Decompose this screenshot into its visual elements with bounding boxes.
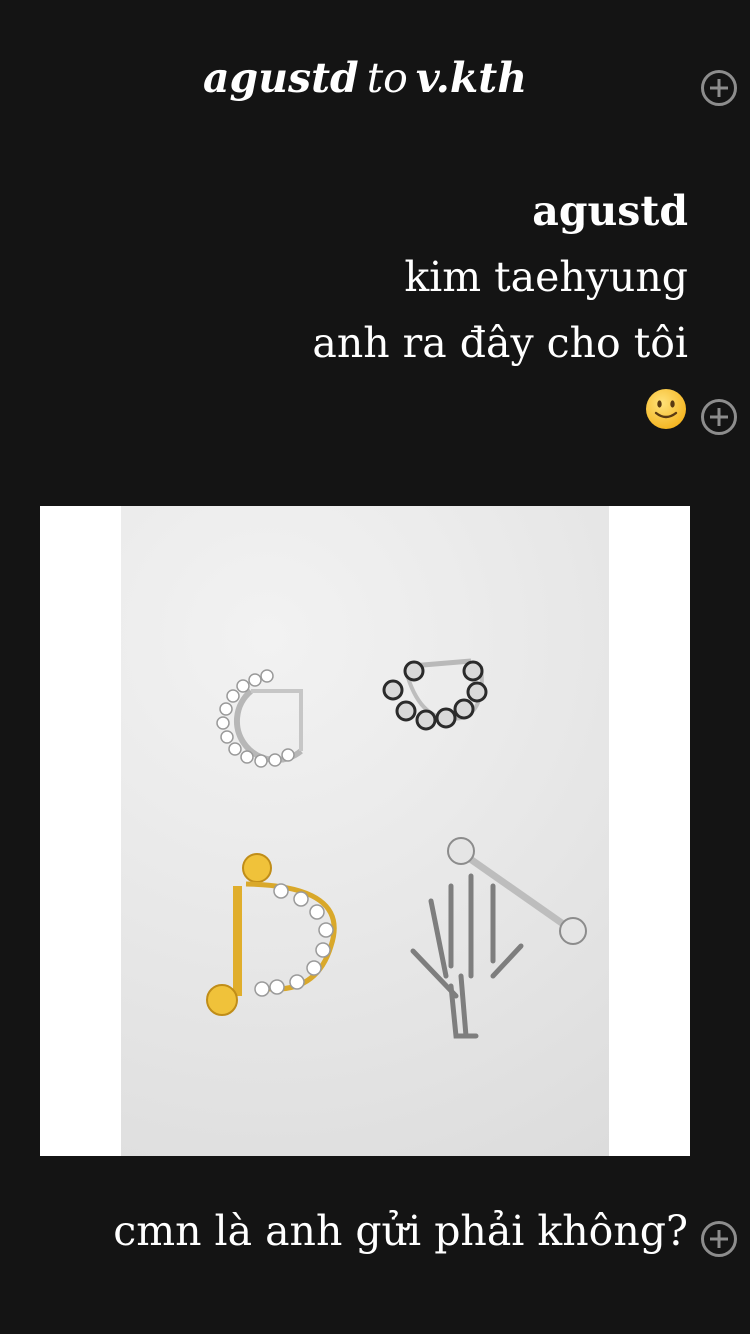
message-sender[interactable]: agustd (312, 178, 688, 244)
add-reaction-plus-icon[interactable] (701, 399, 737, 435)
skull-septum-ring (382, 658, 488, 731)
smiling-face-emoji-icon (646, 389, 686, 429)
crystal-septum-ring (216, 669, 303, 768)
message-block: agustd kim taehyung anh ra đây cho tôi (312, 178, 688, 376)
conversation-header: agustd to v.kth (0, 48, 730, 108)
header-recipient[interactable]: v.kth (416, 54, 527, 102)
skeleton-hand-barbell (410, 837, 587, 1039)
attached-photo-frame[interactable] (40, 506, 690, 1156)
message-line-2: anh ra đây cho tôi (312, 319, 688, 367)
header-sender[interactable]: agustd (203, 54, 359, 102)
piercing-jewelry-photo[interactable] (121, 506, 609, 1156)
message-line-1: kim taehyung (404, 253, 688, 301)
header-connector: to (366, 54, 408, 102)
bottom-message: cmn là anh gửi phải không? (113, 1207, 688, 1255)
add-reaction-plus-icon[interactable] (701, 1221, 737, 1257)
gold-barbell-ring (206, 853, 337, 1016)
jewelry-illustration (206, 658, 587, 1039)
add-reaction-plus-icon[interactable] (701, 70, 737, 106)
